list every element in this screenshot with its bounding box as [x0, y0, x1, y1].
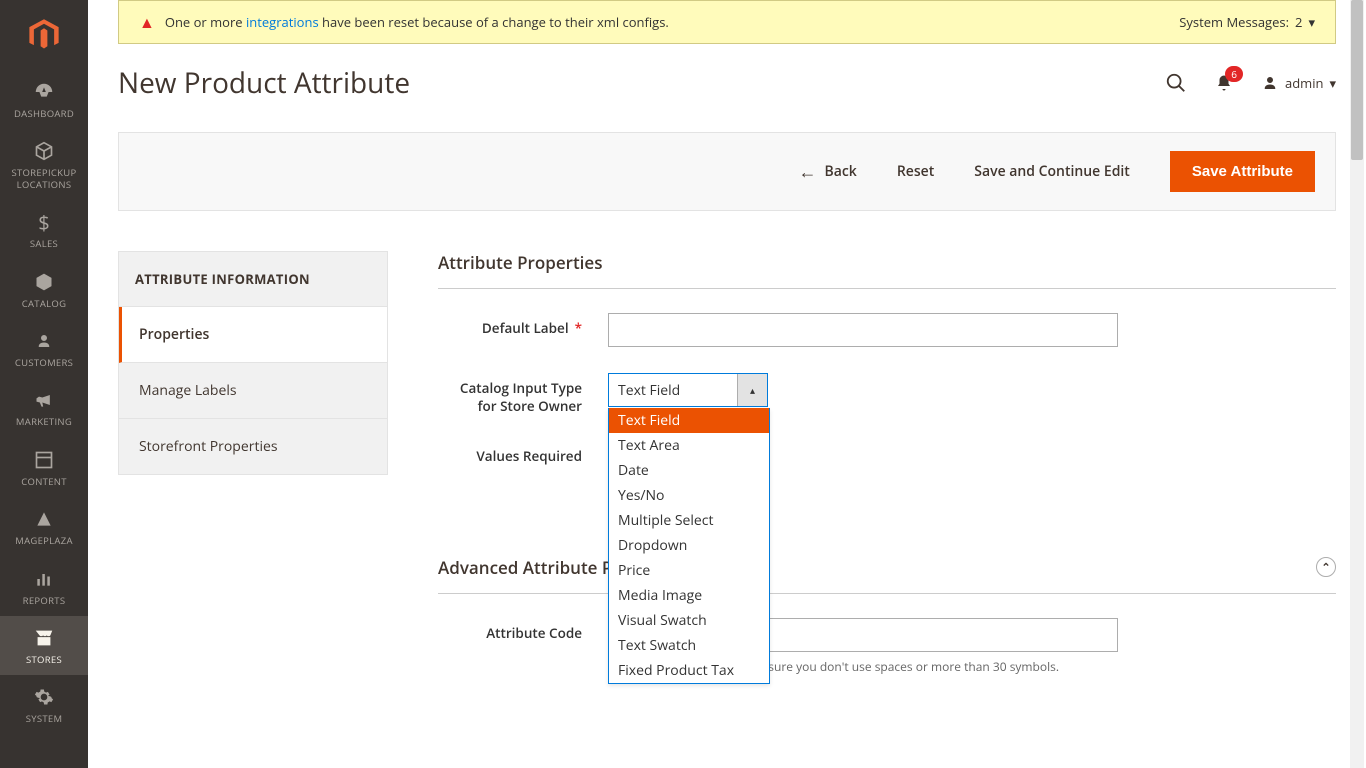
back-button[interactable]: Back: [799, 160, 857, 184]
dashboard-icon: [33, 80, 55, 104]
sidebar-item-label: CONTENT: [21, 476, 67, 487]
reset-button[interactable]: Reset: [897, 162, 934, 181]
select-input-type[interactable]: Text Field ▴ Text Field Text Area Date Y…: [608, 373, 768, 407]
admin-account-dropdown[interactable]: admin ▾: [1261, 74, 1336, 92]
sidebar-item-stores[interactable]: STORES: [0, 616, 88, 675]
store-icon: [33, 626, 55, 650]
option-media-image[interactable]: Media Image: [609, 583, 769, 608]
input-type-dropdown: Text Field Text Area Date Yes/No Multipl…: [608, 408, 770, 684]
sidebar-item-label: CUSTOMERS: [15, 357, 73, 368]
chevron-down-icon: ▾: [1329, 74, 1336, 92]
option-text-area[interactable]: Text Area: [609, 433, 769, 458]
sidebar-item-label: SYSTEM: [26, 713, 63, 724]
sidebar-item-sales[interactable]: $ SALES: [0, 200, 88, 259]
attribute-tabs: ATTRIBUTE INFORMATION Properties Manage …: [118, 251, 388, 475]
main-content: ▲ One or more integrations have been res…: [88, 0, 1366, 741]
integrations-link[interactable]: integrations: [246, 13, 319, 31]
sidebar-item-label: STOREPICKUP LOCATIONS: [4, 167, 84, 190]
notifications-button[interactable]: 6: [1215, 74, 1233, 92]
cube-icon: [34, 270, 54, 294]
sidebar-item-dashboard[interactable]: DASHBOARD: [0, 70, 88, 129]
page-header: New Product Attribute 6 admin ▾: [118, 64, 1336, 102]
tab-properties[interactable]: Properties: [119, 307, 387, 363]
sidebar-item-mageplaza[interactable]: MAGEPLAZA: [0, 497, 88, 556]
label-default-label: Default Label*: [438, 313, 608, 338]
content-columns: ATTRIBUTE INFORMATION Properties Manage …: [118, 251, 1336, 701]
collapse-toggle[interactable]: ⌃: [1316, 557, 1336, 577]
row-attribute-code: Attribute Code This is used internally. …: [438, 618, 1336, 675]
sidebar-item-system[interactable]: SYSTEM: [0, 675, 88, 734]
bars-icon: [34, 567, 54, 591]
admin-username: admin: [1285, 74, 1323, 92]
gear-icon: [34, 685, 54, 709]
option-price[interactable]: Price: [609, 558, 769, 583]
system-messages-toggle[interactable]: System Messages: 2 ▾: [1179, 13, 1315, 31]
option-yes-no[interactable]: Yes/No: [609, 483, 769, 508]
chevron-up-icon: ▴: [737, 374, 767, 406]
select-input-type-value: Text Field: [609, 381, 737, 400]
form-panel: Attribute Properties Default Label* Cata…: [438, 251, 1336, 701]
option-text-field[interactable]: Text Field: [609, 408, 769, 433]
system-message-bar: ▲ One or more integrations have been res…: [118, 0, 1336, 44]
tabs-heading: ATTRIBUTE INFORMATION: [119, 252, 387, 307]
header-actions: 6 admin ▾: [1165, 72, 1336, 94]
sidebar-item-label: MARKETING: [16, 416, 72, 427]
sidebar-item-customers[interactable]: CUSTOMERS: [0, 319, 88, 378]
tab-manage-labels[interactable]: Manage Labels: [119, 363, 387, 419]
sidebar-item-label: CATALOG: [22, 298, 67, 309]
section-attribute-properties: Attribute Properties: [438, 251, 1336, 289]
action-toolbar: Back Reset Save and Continue Edit Save A…: [118, 132, 1336, 211]
notification-badge: 6: [1225, 66, 1243, 82]
layout-icon: [34, 448, 54, 472]
sidebar-item-label: REPORTS: [23, 595, 66, 606]
sidebar-item-catalog[interactable]: CATALOG: [0, 260, 88, 319]
megaphone-icon: [34, 388, 54, 412]
page-title: New Product Attribute: [118, 64, 410, 102]
dollar-icon: $: [38, 210, 49, 234]
row-values-required: Values Required: [438, 441, 1336, 466]
sidebar-item-storepickup[interactable]: STOREPICKUP LOCATIONS: [0, 129, 88, 200]
sidebar-item-marketing[interactable]: MARKETING: [0, 378, 88, 437]
sidebar-item-label: SALES: [30, 238, 58, 249]
input-default-label[interactable]: [608, 313, 1118, 347]
label-values-required: Values Required: [438, 441, 608, 466]
option-multiple-select[interactable]: Multiple Select: [609, 508, 769, 533]
sidebar-item-reports[interactable]: REPORTS: [0, 557, 88, 616]
row-input-type: Catalog Input Type for Store Owner Text …: [438, 373, 1336, 415]
scrollbar-thumb[interactable]: [1351, 0, 1363, 160]
scrollbar[interactable]: [1350, 0, 1364, 768]
sidebar-item-label: DASHBOARD: [14, 108, 74, 119]
warning-icon: ▲: [139, 11, 155, 33]
sidebar-item-label: STORES: [26, 654, 62, 665]
option-dropdown[interactable]: Dropdown: [609, 533, 769, 558]
magento-logo[interactable]: [0, 0, 88, 70]
box-icon: [34, 139, 54, 163]
required-asterisk: *: [575, 319, 582, 337]
option-fixed-product-tax[interactable]: Fixed Product Tax: [609, 658, 769, 683]
save-continue-button[interactable]: Save and Continue Edit: [974, 162, 1130, 181]
option-text-swatch[interactable]: Text Swatch: [609, 633, 769, 658]
label-attribute-code: Attribute Code: [438, 618, 608, 643]
system-message-text: One or more integrations have been reset…: [165, 13, 669, 31]
sidebar-item-label: MAGEPLAZA: [15, 535, 73, 546]
option-visual-swatch[interactable]: Visual Swatch: [609, 608, 769, 633]
save-attribute-button[interactable]: Save Attribute: [1170, 151, 1315, 192]
section-advanced-properties: Advanced Attribute Properties ⌃: [438, 556, 1336, 594]
person-icon: [35, 329, 53, 353]
label-input-type: Catalog Input Type for Store Owner: [438, 373, 608, 415]
sidebar-item-content[interactable]: CONTENT: [0, 438, 88, 497]
admin-sidebar: DASHBOARD STOREPICKUP LOCATIONS $ SALES …: [0, 0, 88, 768]
option-date[interactable]: Date: [609, 458, 769, 483]
tab-storefront-properties[interactable]: Storefront Properties: [119, 419, 387, 474]
chevron-down-icon: ▾: [1308, 13, 1315, 31]
row-default-label: Default Label*: [438, 313, 1336, 347]
search-icon[interactable]: [1165, 72, 1187, 94]
plugin-icon: [34, 507, 54, 531]
